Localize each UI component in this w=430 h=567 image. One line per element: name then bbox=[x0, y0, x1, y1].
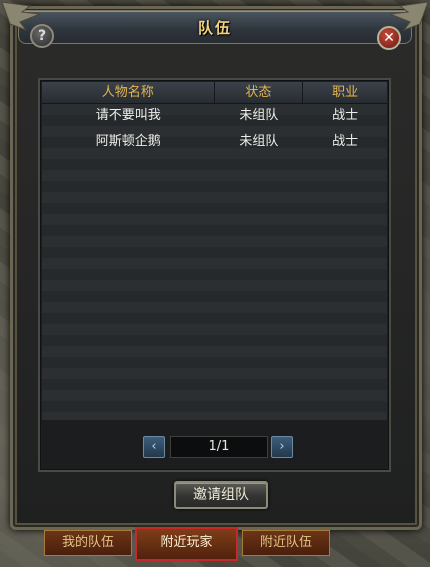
column-header-name[interactable]: 人物名称 bbox=[42, 82, 215, 103]
table-row[interactable]: 请不要叫我 未组队 战士 bbox=[42, 105, 387, 127]
column-header-class[interactable]: 职业 bbox=[303, 82, 387, 103]
close-icon: ✕ bbox=[383, 30, 395, 46]
player-status: 未组队 bbox=[239, 134, 279, 149]
player-name: 阿斯顿企鹅 bbox=[95, 134, 161, 149]
question-mark-icon: ? bbox=[37, 28, 47, 44]
close-button[interactable]: ✕ bbox=[377, 26, 401, 50]
tab-my-team[interactable]: 我的队伍 bbox=[44, 530, 132, 556]
chevron-right-icon: › bbox=[279, 439, 285, 454]
player-status: 未组队 bbox=[239, 108, 279, 123]
player-class: 战士 bbox=[332, 108, 359, 123]
help-button[interactable]: ? bbox=[30, 24, 54, 48]
table-header: 人物名称 状态 职业 bbox=[42, 82, 387, 104]
window-title: 队伍 bbox=[197, 19, 232, 37]
page-indicator: 1/1 bbox=[170, 436, 268, 458]
tab-nearby-players[interactable]: 附近玩家 bbox=[135, 527, 238, 561]
player-name: 请不要叫我 bbox=[95, 108, 161, 123]
invite-to-team-button[interactable]: 邀请组队 bbox=[174, 481, 268, 509]
table-row[interactable]: 阿斯顿企鹅 未组队 战士 bbox=[42, 131, 387, 153]
next-page-button[interactable]: › bbox=[271, 436, 293, 458]
column-header-status[interactable]: 状态 bbox=[215, 82, 304, 103]
nearby-player-list: 人物名称 状态 职业 请不要叫我 未组队 战士 阿斯顿企鹅 未组队 战士 bbox=[38, 78, 391, 472]
chevron-left-icon: ‹ bbox=[151, 439, 157, 454]
player-class: 战士 bbox=[332, 134, 359, 149]
tab-nearby-teams[interactable]: 附近队伍 bbox=[242, 530, 330, 556]
prev-page-button[interactable]: ‹ bbox=[143, 436, 165, 458]
